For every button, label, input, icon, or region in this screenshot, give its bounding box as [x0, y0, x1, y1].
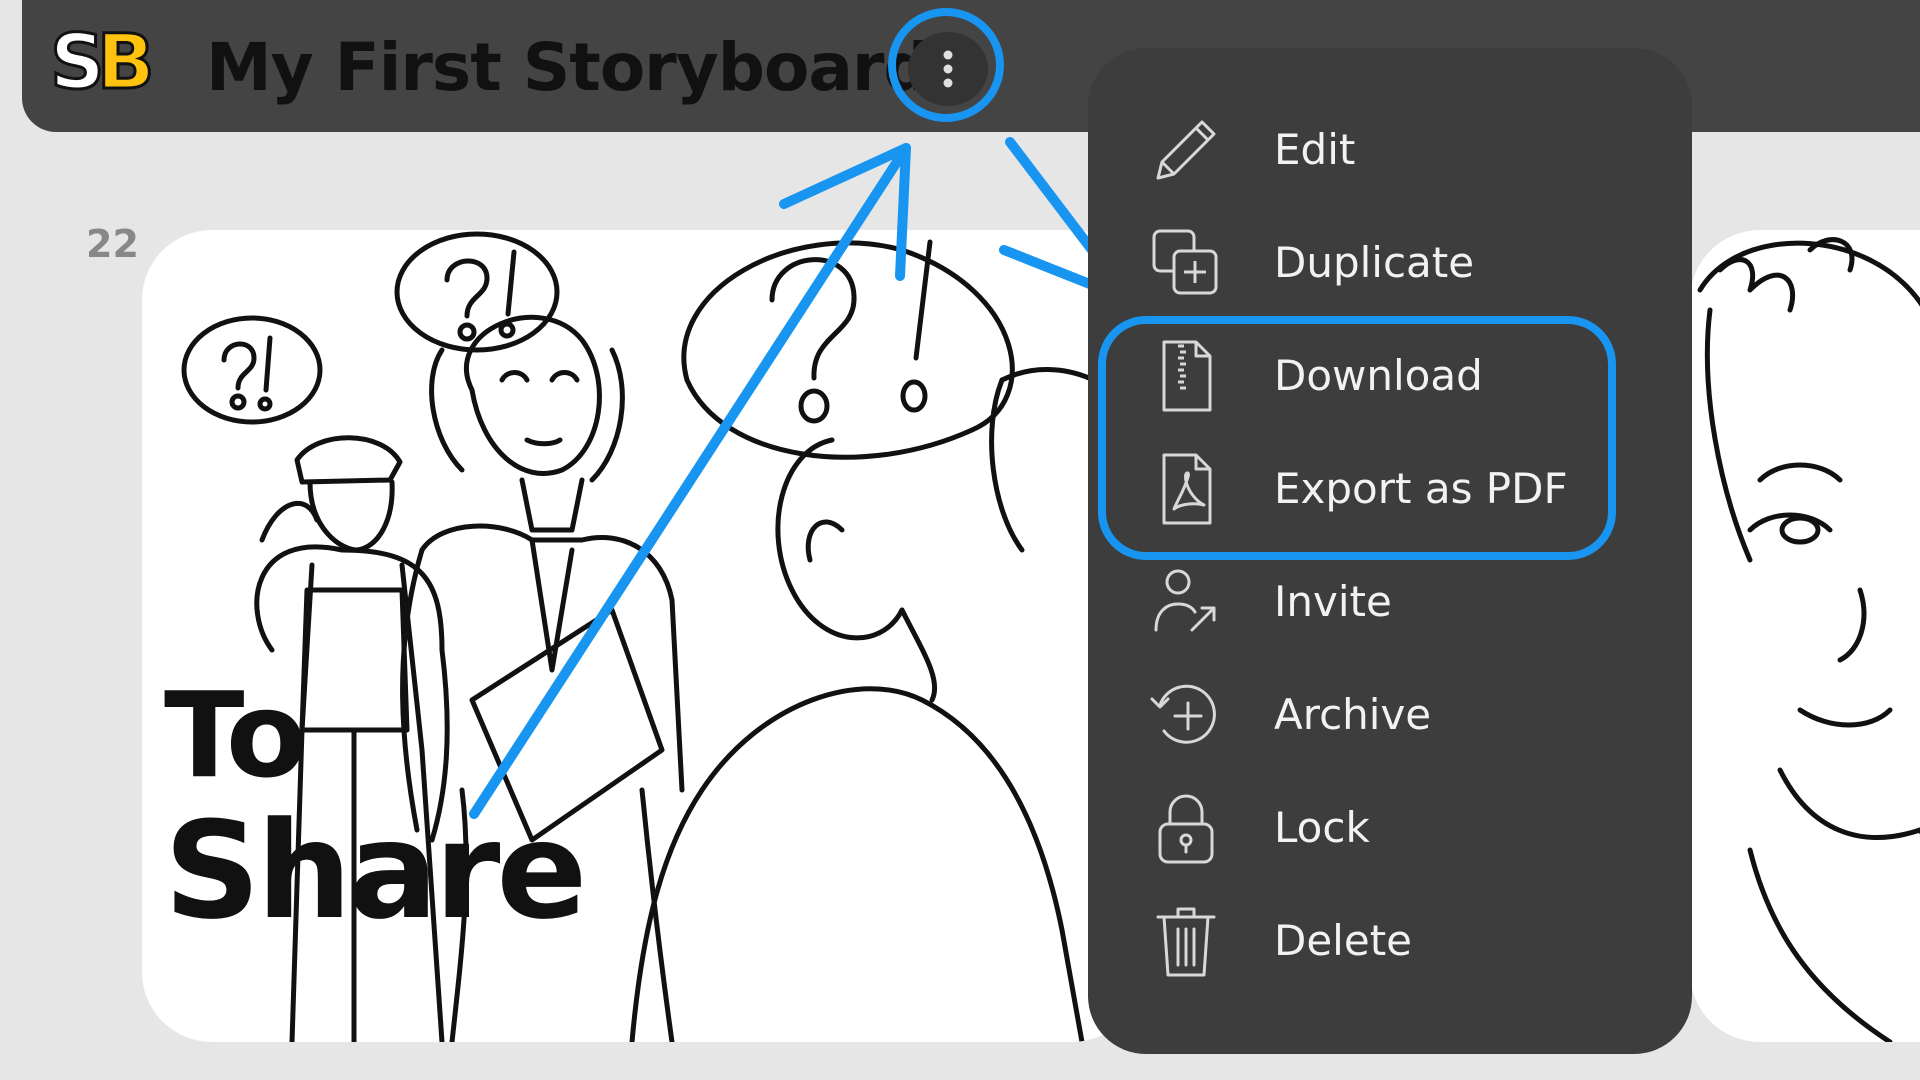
- archive-icon: [1148, 677, 1224, 753]
- menu-item-label: Lock: [1274, 803, 1370, 852]
- app-screen: SB My First Storyboard 22 To Share Edit …: [0, 0, 1920, 1080]
- menu-item-duplicate[interactable]: Duplicate: [1088, 206, 1692, 319]
- menu-item-archive[interactable]: Archive: [1088, 658, 1692, 771]
- lock-icon: [1148, 790, 1224, 866]
- menu-item-label: Delete: [1274, 916, 1412, 965]
- menu-item-delete[interactable]: Delete: [1088, 884, 1692, 997]
- page-number: 22: [86, 222, 139, 266]
- menu-item-label: Download: [1274, 351, 1483, 400]
- next-storyboard-card[interactable]: [1690, 230, 1920, 1042]
- more-options-button[interactable]: [908, 32, 988, 106]
- menu-item-lock[interactable]: Lock: [1088, 771, 1692, 884]
- vertical-ellipsis-icon: [943, 50, 953, 88]
- storyboardthat-logo[interactable]: SB: [49, 17, 157, 106]
- caption-line-share: Share: [164, 793, 587, 949]
- menu-item-label: Archive: [1274, 690, 1432, 739]
- menu-item-download[interactable]: Download: [1088, 319, 1692, 432]
- menu-item-label: Export as PDF: [1274, 464, 1568, 513]
- trash-icon: [1148, 903, 1224, 979]
- to-share-caption: To Share: [164, 666, 587, 949]
- pdf-file-icon: [1148, 451, 1224, 527]
- invite-user-icon: [1148, 564, 1224, 640]
- menu-item-edit[interactable]: Edit: [1088, 93, 1692, 206]
- storyboard-options-menu: Edit Duplicate Download Export as PDF In…: [1088, 48, 1692, 1054]
- caption-line-to: To: [164, 666, 307, 804]
- menu-item-label: Invite: [1274, 577, 1392, 626]
- logo-letter-b: B: [95, 17, 156, 106]
- menu-item-invite[interactable]: Invite: [1088, 545, 1692, 658]
- zip-file-icon: [1148, 338, 1224, 414]
- comic-sketch-illustration-partial: [1697, 237, 1920, 1042]
- menu-item-export-pdf[interactable]: Export as PDF: [1088, 432, 1692, 545]
- pencil-icon: [1148, 112, 1224, 188]
- duplicate-icon: [1148, 225, 1224, 301]
- logo-letter-s: S: [49, 17, 107, 106]
- menu-item-label: Duplicate: [1274, 238, 1475, 287]
- menu-item-label: Edit: [1274, 125, 1356, 174]
- storyboard-title[interactable]: My First Storyboard: [206, 28, 931, 108]
